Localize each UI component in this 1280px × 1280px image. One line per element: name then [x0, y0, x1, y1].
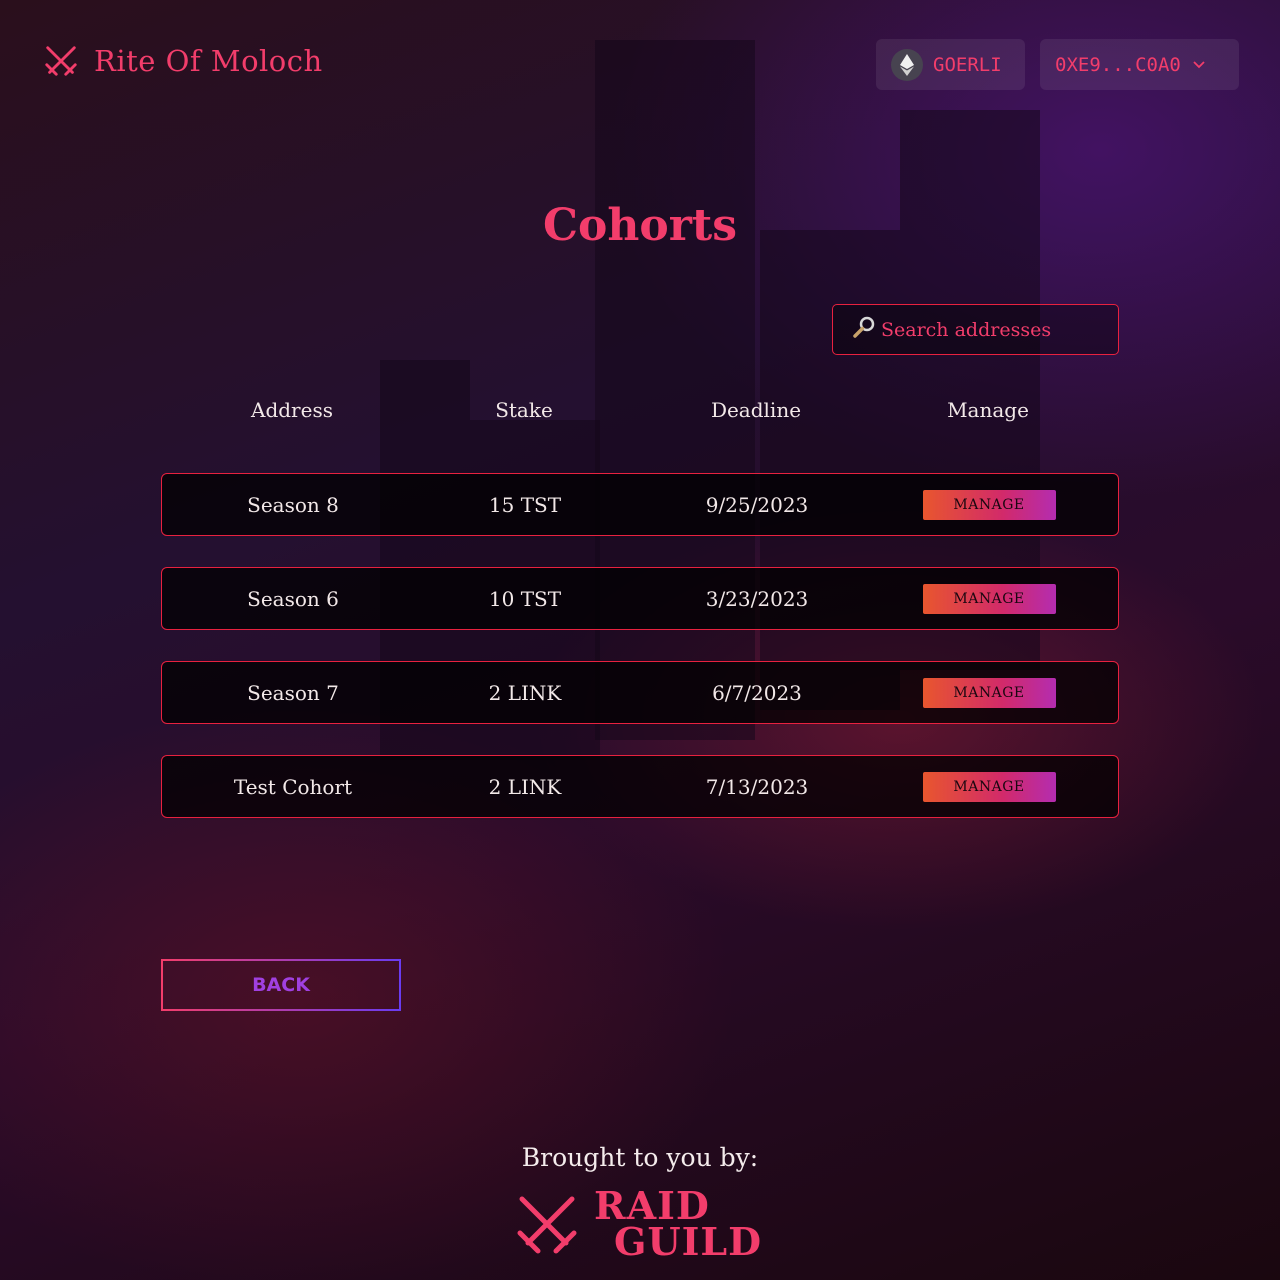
column-header-address: Address [251, 398, 333, 422]
search-icon [853, 316, 875, 343]
footer-credit: Brought to you by: [521, 1143, 759, 1172]
cohort-deadline: 7/13/2023 [705, 774, 809, 799]
table-row: Season 7 2 LINK 6/7/2023 MANAGE [161, 661, 1119, 724]
cohort-name: Season 7 [247, 680, 339, 705]
network-button[interactable]: GOERLI [876, 39, 1025, 90]
back-button[interactable]: BACK [161, 959, 401, 1011]
ethereum-icon [891, 48, 923, 81]
manage-button[interactable]: MANAGE [922, 771, 1056, 802]
column-header-deadline: Deadline [710, 398, 802, 422]
table-row: Season 8 15 TST 9/25/2023 MANAGE [161, 473, 1119, 536]
manage-button[interactable]: MANAGE [922, 583, 1056, 614]
cohort-deadline: 6/7/2023 [712, 680, 802, 705]
manage-button[interactable]: MANAGE [922, 489, 1056, 520]
cohort-name: Season 8 [247, 492, 339, 517]
table-row: Test Cohort 2 LINK 7/13/2023 MANAGE [161, 755, 1119, 818]
raidguild-wordmark-line2: GUILD [614, 1219, 763, 1265]
chevron-down-icon [1193, 57, 1205, 73]
raidguild-wordmark: RAID GUILD [594, 1186, 763, 1265]
table-header: Address Stake Deadline Manage [176, 398, 1104, 422]
account-address: 0XE9...C0A0 [1055, 53, 1181, 76]
app-logo[interactable]: Rite Of Moloch [42, 42, 323, 80]
account-button[interactable]: 0XE9...C0A0 [1040, 39, 1239, 90]
manage-button[interactable]: MANAGE [922, 677, 1056, 708]
cohort-stake: 2 LINK [488, 680, 562, 705]
cohort-deadline: 3/23/2023 [705, 586, 809, 611]
cohort-stake: 10 TST [488, 586, 562, 611]
cohort-deadline: 9/25/2023 [705, 492, 809, 517]
crossed-swords-icon [517, 1196, 577, 1254]
cohort-stake: 15 TST [488, 492, 562, 517]
castle-silhouette [760, 230, 900, 710]
page-title: Cohorts [543, 200, 737, 251]
table-row: Season 6 10 TST 3/23/2023 MANAGE [161, 567, 1119, 630]
crossed-swords-icon [45, 46, 77, 76]
cohort-name: Season 6 [247, 586, 339, 611]
cohort-stake: 2 LINK [488, 774, 562, 799]
network-label: GOERLI [933, 53, 1002, 76]
search-input[interactable] [879, 317, 1113, 342]
cohort-name: Test Cohort [233, 774, 353, 799]
search-box[interactable] [832, 304, 1119, 355]
castle-silhouette [595, 40, 755, 740]
column-header-stake: Stake [495, 398, 553, 422]
column-header-manage: Manage [947, 398, 1029, 422]
raidguild-logo[interactable]: RAID GUILD [514, 1186, 763, 1265]
app-title: Rite Of Moloch [94, 44, 323, 78]
